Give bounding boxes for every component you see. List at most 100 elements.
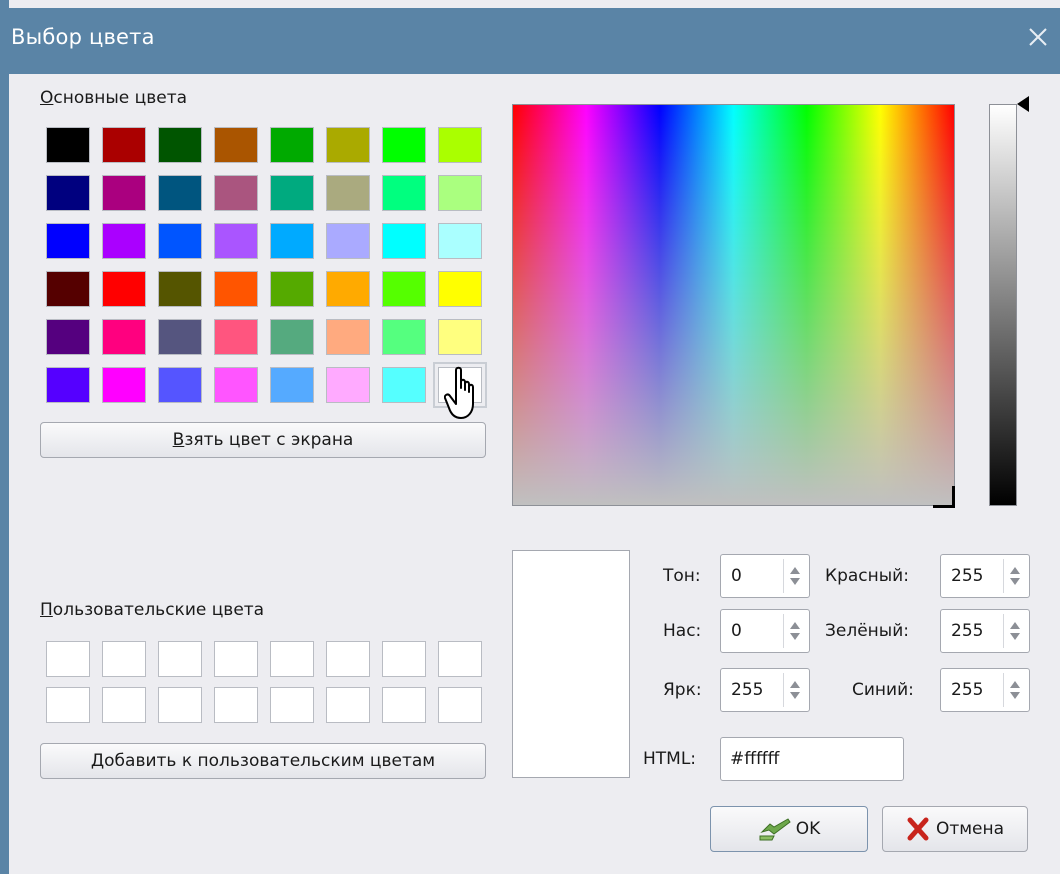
val-spinbox[interactable]: 255	[720, 668, 810, 712]
basic-color-swatch[interactable]	[214, 127, 258, 163]
val-stepper[interactable]	[783, 673, 805, 707]
basic-color-swatch[interactable]	[382, 319, 426, 355]
hue-stepper[interactable]	[783, 559, 805, 593]
luminance-slider[interactable]	[989, 104, 1017, 506]
basic-color-swatch[interactable]	[158, 271, 202, 307]
red-spinbox[interactable]: 255	[940, 554, 1030, 598]
basic-color-swatch[interactable]	[102, 175, 146, 211]
basic-color-swatch[interactable]	[382, 271, 426, 307]
close-button[interactable]	[1021, 20, 1055, 54]
sat-stepper[interactable]	[783, 614, 805, 648]
basic-color-swatch[interactable]	[270, 175, 314, 211]
basic-color-swatch[interactable]	[326, 223, 370, 259]
basic-color-swatch[interactable]	[46, 223, 90, 259]
html-color-input[interactable]: #ffffff	[720, 737, 904, 781]
ok-button[interactable]: OK	[710, 806, 868, 852]
basic-color-swatch[interactable]	[382, 223, 426, 259]
basic-color-swatch[interactable]	[438, 223, 482, 259]
custom-color-slot[interactable]	[158, 687, 202, 723]
basic-color-swatch[interactable]	[158, 127, 202, 163]
basic-color-swatch[interactable]	[438, 271, 482, 307]
basic-color-swatch[interactable]	[46, 319, 90, 355]
spin-arrows-icon	[790, 681, 800, 699]
hue-saturation-marker[interactable]	[933, 486, 955, 508]
red-stepper[interactable]	[1003, 559, 1025, 593]
basic-color-swatch[interactable]	[270, 367, 314, 403]
green-spinbox[interactable]: 255	[940, 609, 1030, 653]
basic-color-swatch[interactable]	[102, 223, 146, 259]
blue-stepper[interactable]	[1003, 673, 1025, 707]
pick-screen-color-label: Взять цвет с экрана	[172, 430, 354, 450]
basic-color-swatch[interactable]	[158, 367, 202, 403]
red-value: 255	[951, 566, 984, 586]
basic-color-swatch[interactable]	[158, 175, 202, 211]
basic-color-swatch[interactable]	[46, 127, 90, 163]
basic-color-swatch[interactable]	[438, 175, 482, 211]
val-label: Ярк:	[663, 680, 702, 700]
basic-color-swatch[interactable]	[270, 127, 314, 163]
basic-color-swatch[interactable]	[270, 319, 314, 355]
hue-spinbox[interactable]: 0	[720, 554, 810, 598]
basic-color-swatch[interactable]	[326, 127, 370, 163]
custom-color-slot[interactable]	[270, 641, 314, 677]
basic-color-swatch[interactable]	[326, 271, 370, 307]
custom-color-slot[interactable]	[214, 641, 258, 677]
custom-color-slot[interactable]	[382, 687, 426, 723]
custom-color-slot[interactable]	[214, 687, 258, 723]
spin-arrows-icon	[790, 567, 800, 585]
pick-screen-color-button[interactable]: Взять цвет с экрана	[40, 422, 486, 458]
custom-color-slot[interactable]	[270, 687, 314, 723]
custom-color-slot[interactable]	[46, 687, 90, 723]
basic-color-swatch[interactable]	[214, 319, 258, 355]
blue-label: Синий:	[852, 680, 914, 700]
custom-color-slot[interactable]	[438, 687, 482, 723]
basic-color-swatch[interactable]	[46, 271, 90, 307]
basic-color-swatch[interactable]	[326, 367, 370, 403]
basic-color-swatch[interactable]	[102, 127, 146, 163]
red-label: Красный:	[825, 566, 909, 586]
html-label: HTML:	[643, 749, 697, 769]
custom-colors-text: Пользовательские цвета	[40, 600, 265, 620]
basic-color-swatch[interactable]	[214, 223, 258, 259]
title-bar: Выбор цвета	[0, 8, 1060, 74]
basic-color-swatch[interactable]	[214, 175, 258, 211]
basic-color-swatch[interactable]	[158, 223, 202, 259]
custom-color-slot[interactable]	[158, 641, 202, 677]
basic-color-swatch[interactable]	[102, 367, 146, 403]
custom-color-slot[interactable]	[102, 641, 146, 677]
basic-color-swatch[interactable]	[46, 367, 90, 403]
basic-color-swatch[interactable]	[382, 175, 426, 211]
basic-color-swatch[interactable]	[46, 175, 90, 211]
custom-color-slot[interactable]	[438, 641, 482, 677]
sat-spinbox[interactable]: 0	[720, 609, 810, 653]
basic-color-swatch[interactable]	[214, 367, 258, 403]
add-custom-color-label: Добавить к пользовательским цветам	[90, 751, 436, 771]
sat-label: Нас:	[663, 621, 702, 641]
blue-spinbox[interactable]: 255	[940, 668, 1030, 712]
basic-color-swatch[interactable]	[270, 271, 314, 307]
custom-color-slot[interactable]	[102, 687, 146, 723]
basic-color-swatch[interactable]	[102, 319, 146, 355]
custom-colors-label: Пользовательские цвета	[40, 600, 264, 620]
basic-color-swatch[interactable]	[270, 223, 314, 259]
basic-color-swatch[interactable]	[382, 367, 426, 403]
spin-arrows-icon	[1010, 622, 1020, 640]
basic-color-swatch[interactable]	[438, 127, 482, 163]
custom-color-slot[interactable]	[326, 641, 370, 677]
green-stepper[interactable]	[1003, 614, 1025, 648]
custom-color-slot[interactable]	[382, 641, 426, 677]
hue-saturation-picker[interactable]	[512, 104, 955, 506]
basic-color-swatch[interactable]	[438, 319, 482, 355]
basic-color-swatch[interactable]	[214, 271, 258, 307]
basic-color-swatch[interactable]	[326, 319, 370, 355]
custom-color-slot[interactable]	[326, 687, 370, 723]
cancel-button[interactable]: Отмена	[882, 806, 1028, 852]
basic-color-swatch[interactable]	[433, 362, 487, 408]
custom-color-slot[interactable]	[46, 641, 90, 677]
add-custom-color-button[interactable]: Добавить к пользовательским цветам	[40, 743, 486, 779]
basic-color-swatch[interactable]	[102, 271, 146, 307]
basic-color-swatch[interactable]	[158, 319, 202, 355]
basic-color-swatch[interactable]	[382, 127, 426, 163]
luminance-arrow-icon[interactable]	[1017, 96, 1029, 112]
basic-color-swatch[interactable]	[326, 175, 370, 211]
